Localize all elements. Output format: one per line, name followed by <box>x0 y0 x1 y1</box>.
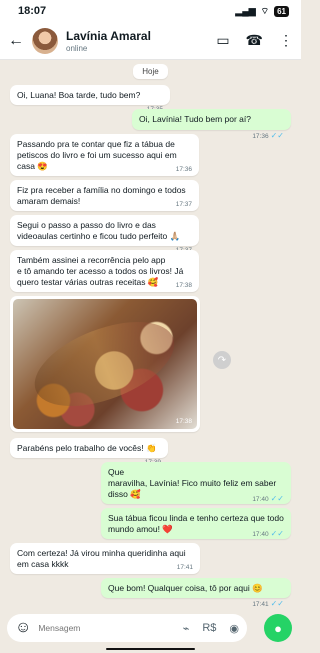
charcuterie-board-image[interactable] <box>13 299 197 429</box>
composer-actions: ⌁ R$ ◉ <box>183 622 239 635</box>
back-arrow-icon[interactable]: ← <box>8 32 24 50</box>
message-text: Fiz pra receber a família no domingo e t… <box>17 184 186 206</box>
home-indicator <box>106 648 195 650</box>
chat-thread[interactable]: Hoje Oi, Luana! Boa tarde, tudo bem? 17:… <box>0 60 301 608</box>
message-text: Também assinei a recorrência pelo app e … <box>17 254 184 287</box>
message-text: Segui o passo a passo do livro e das vid… <box>17 219 181 241</box>
message-time: 17:40 ✓✓ <box>252 529 284 539</box>
paperclip-icon[interactable]: ⌁ <box>183 622 190 635</box>
message-time-value: 17:40 <box>252 496 269 504</box>
message-time-value: 17:41 <box>252 601 269 609</box>
read-ticks-icon: ✓✓ <box>270 599 284 609</box>
message-time: 17:41 <box>176 564 193 572</box>
message-bubble-incoming[interactable]: Também assinei a recorrência pelo app e … <box>10 249 199 292</box>
contact-name: Lavínia Amaral <box>66 28 151 43</box>
message-input[interactable] <box>38 623 183 633</box>
status-icons: ▂▄▆ ⌔ 61 <box>235 5 289 17</box>
currency-icon[interactable]: R$ <box>202 622 216 635</box>
message-time: 17:41 ✓✓ <box>252 599 284 609</box>
message-bubble-incoming[interactable]: Oi, Luana! Boa tarde, tudo bem? 17:35 <box>10 85 170 113</box>
read-ticks-icon: ✓✓ <box>270 529 284 539</box>
message-bubble-outgoing[interactable]: Oi, Lavínia! Tudo bem por aí? 17:36 ✓✓ <box>132 109 291 140</box>
message-time-value: 17:40 <box>252 531 269 539</box>
read-ticks-icon: ✓✓ <box>270 494 284 504</box>
message-time: 17:37 <box>175 200 192 208</box>
date-chip: Hoje <box>133 64 168 79</box>
microphone-icon[interactable]: ● <box>264 614 292 642</box>
more-options-icon[interactable]: ⋮ <box>279 32 293 49</box>
camera-icon[interactable]: ◉ <box>229 622 239 635</box>
message-text: Que bom! Qualquer coisa, tô por aqui 😊 <box>108 583 263 594</box>
emoji-icon[interactable]: ☺ <box>15 619 31 637</box>
wifi-icon: ⌔ <box>260 5 270 16</box>
video-call-icon[interactable]: ▭ <box>216 32 229 49</box>
message-bubble-incoming[interactable]: Parabéns pelo trabalho de vocês! 👏 17:39 <box>10 438 168 466</box>
image-time: 17:38 <box>175 417 192 425</box>
message-time-value: 17:36 <box>252 132 269 140</box>
message-time: 17:36 ✓✓ <box>252 131 284 141</box>
status-bar: 18:07 ▂▄▆ ⌔ 61 <box>0 0 301 22</box>
phone-icon[interactable]: ☎ <box>246 32 263 49</box>
signal-icon: ▂▄▆ <box>235 5 256 16</box>
message-text: Parabéns pelo trabalho de vocês! 👏 <box>17 443 157 453</box>
message-text: Que maravilha, Lavínia! Fico muito feliz… <box>108 467 277 500</box>
message-composer[interactable]: ☺ ⌁ R$ ◉ <box>7 614 247 642</box>
message-text: Com certeza! Já virou minha queridinha a… <box>17 548 186 570</box>
message-text: Oi, Luana! Boa tarde, tudo bem? <box>17 90 141 100</box>
message-bubble-outgoing[interactable]: Que bom! Qualquer coisa, tô por aqui 😊 1… <box>101 578 291 608</box>
message-text: Oi, Lavínia! Tudo bem por aí? <box>139 114 251 125</box>
message-bubble-incoming[interactable]: Segui o passo a passo do livro e das vid… <box>10 214 199 254</box>
status-time: 18:07 <box>18 5 47 17</box>
forward-icon[interactable]: ↷ <box>213 351 231 369</box>
battery-indicator: 61 <box>274 5 289 17</box>
contact-avatar[interactable] <box>32 27 58 54</box>
contact-status: online <box>66 43 88 53</box>
contact-info[interactable]: Lavínia Amaral online <box>66 29 216 53</box>
message-time: 17:36 <box>175 165 192 173</box>
read-ticks-icon: ✓✓ <box>270 130 284 140</box>
message-bubble-incoming[interactable]: Passando pra te contar que fiz a tábua d… <box>10 133 199 176</box>
message-time: 17:40 ✓✓ <box>252 494 284 504</box>
message-time: 17:38 <box>175 281 192 289</box>
message-bubble-incoming[interactable]: Fiz pra receber a família no domingo e t… <box>10 179 199 211</box>
message-bubble-incoming[interactable]: Com certeza! Já virou minha queridinha a… <box>10 543 200 575</box>
message-text: Passando pra te contar que fiz a tábua d… <box>17 138 177 171</box>
header-actions: ▭ ☎ ⋮ <box>216 32 293 49</box>
image-message[interactable]: 17:38 ↷ <box>10 296 231 432</box>
chat-header: ← Lavínia Amaral online ▭ ☎ ⋮ <box>0 22 301 60</box>
message-bubble-outgoing[interactable]: Que maravilha, Lavínia! Fico muito feliz… <box>101 462 291 505</box>
message-bubble-outgoing[interactable]: Sua tábua ficou linda e tenho certeza qu… <box>101 508 291 540</box>
